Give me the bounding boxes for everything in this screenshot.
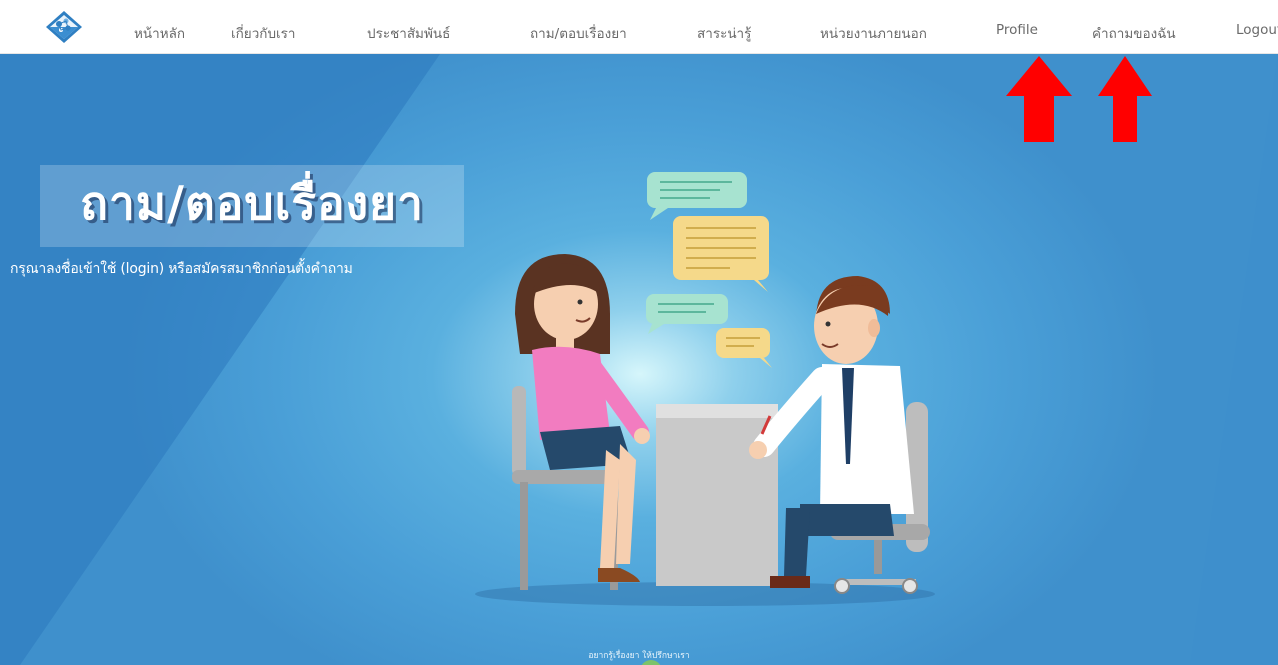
speech-bubbles-icon <box>646 172 772 368</box>
nav-item-news[interactable]: ประชาสัมพันธ์ <box>367 22 450 44</box>
nav-item-qa[interactable]: ถาม/ตอบเรื่องยา <box>530 22 627 44</box>
nav-item-knowledge[interactable]: สาระน่ารู้ <box>697 22 751 44</box>
nav-item-my-questions[interactable]: คำถามของฉัน <box>1092 22 1176 44</box>
nav-item-home[interactable]: หน้าหลัก <box>134 22 185 44</box>
top-navbar: หน้าหลัก เกี่ยวกับเรา ประชาสัมพันธ์ ถาม/… <box>0 0 1278 54</box>
patient-figure <box>515 254 650 582</box>
footer-tagline: อยากรู้เรื่องยา ให้ปรึกษาเรา <box>588 651 690 661</box>
nav-item-profile[interactable]: Profile <box>996 22 1038 38</box>
arrow-up-icon <box>1098 56 1152 142</box>
arrow-up-icon <box>1006 56 1072 142</box>
site-logo[interactable] <box>44 9 84 45</box>
hero-banner: ถาม/ตอบเรื่องยา กรุณาลงชื่อเข้าใช้ (logi… <box>0 54 1278 665</box>
nav-item-logout[interactable]: Logout <box>1236 22 1278 38</box>
nav-item-external[interactable]: หน่วยงานภายนอก <box>820 22 927 44</box>
hero-title: ถาม/ตอบเรื่องยา <box>80 176 424 230</box>
nav-item-about[interactable]: เกี่ยวกับเรา <box>231 22 295 44</box>
consultation-illustration <box>475 172 935 606</box>
login-prompt-text: กรุณาลงชื่อเข้าใช้ (login) หรือสมัครสมาช… <box>10 261 353 277</box>
